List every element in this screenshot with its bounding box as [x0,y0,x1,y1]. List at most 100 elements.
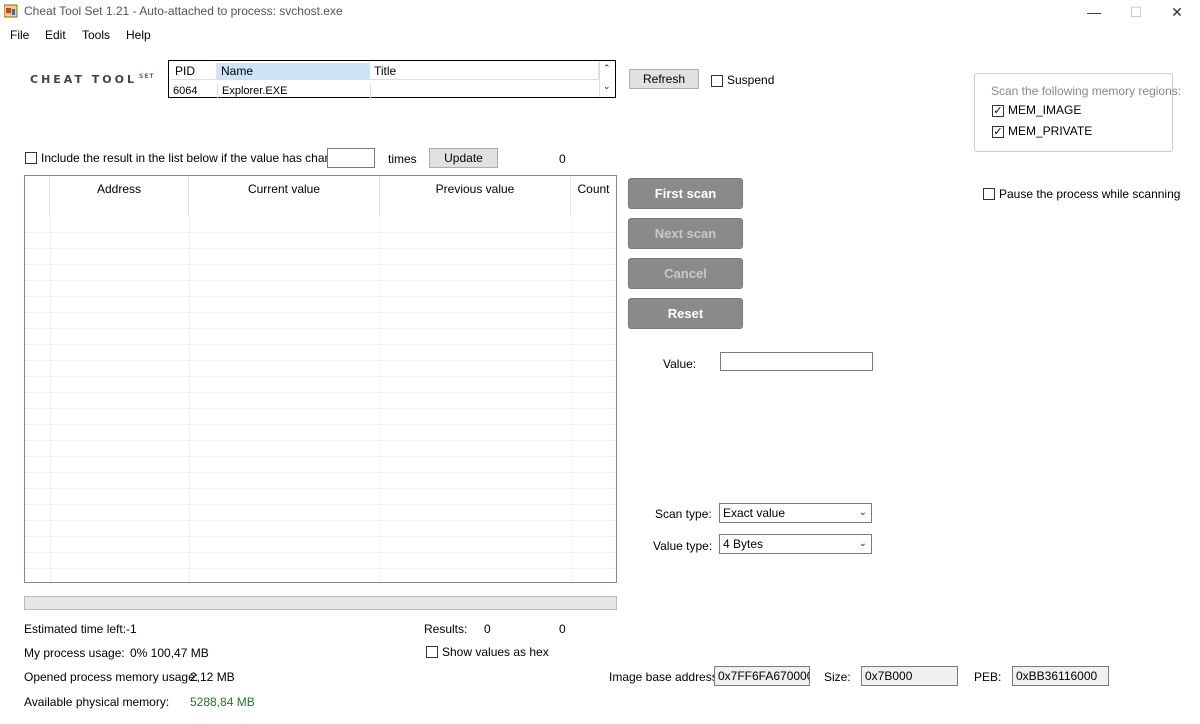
grid-row-line [25,488,616,489]
grid-column-line [571,216,572,582]
mem-image-checkbox[interactable]: ✓ [992,105,1004,117]
title-bar: Cheat Tool Set 1.21 - Auto-attached to p… [0,0,1200,24]
peb-label: PEB: [974,670,1002,684]
grid-row-line [25,504,616,505]
grid-row-line [25,232,616,233]
process-list[interactable]: PID Name Title 6064 Explorer.EXE ⌃ ⌄ [168,60,616,99]
my-process-value: 0% 100,47 MB [130,646,209,660]
pause-process-checkbox[interactable] [983,188,995,200]
row-header-column [25,176,50,216]
include-changed-checkbox[interactable] [25,152,37,164]
include-changed-label: Include the result in the list below if … [41,151,355,165]
column-header-address[interactable]: Address [50,176,189,216]
grid-column-line [50,216,51,582]
image-base-field[interactable]: 0x7FF6FA670000 [714,666,810,686]
scan-progress-bar [24,596,617,610]
column-header-title[interactable]: Title [370,63,599,80]
grid-row-line [25,248,616,249]
value-input[interactable] [720,352,873,371]
results-grid[interactable]: Address Current value Previous value Cou… [24,175,617,583]
opened-process-value: 2,12 MB [190,670,235,684]
results-value-secondary: 0 [559,622,566,636]
column-header-pid[interactable]: PID [171,63,217,80]
grid-row-line [25,408,616,409]
grid-row-line [25,312,616,313]
mem-private-checkbox[interactable]: ✓ [992,126,1004,138]
update-button[interactable]: Update [429,148,498,168]
column-header-count[interactable]: Count [571,176,616,216]
app-icon [4,4,18,18]
check-icon: ✓ [993,105,1003,117]
results-label: Results: [424,622,468,636]
value-label: Value: [663,357,697,371]
first-scan-button[interactable]: First scan [628,178,743,209]
suspend-checkbox[interactable] [711,75,723,87]
reset-button[interactable]: Reset [628,298,743,329]
value-type-select[interactable]: 4 Bytes ⌄ [719,534,872,554]
chevron-down-icon[interactable]: ⌄ [859,504,867,522]
cancel-button[interactable]: Cancel [628,258,743,289]
menu-tools[interactable]: Tools [80,28,112,42]
grid-row-line [25,568,616,569]
column-header-current-value[interactable]: Current value [189,176,380,216]
scan-type-label: Scan type: [655,507,712,521]
close-button[interactable]: ✕ [1154,0,1200,24]
peb-field[interactable]: 0xBB36116000 [1012,666,1109,686]
process-name-cell[interactable]: Explorer.EXE [217,83,370,99]
scroll-down-icon[interactable]: ⌄ [603,81,611,92]
grid-row-line [25,328,616,329]
chevron-down-icon[interactable]: ⌄ [859,535,867,553]
grid-row-line [25,360,616,361]
process-list-scrollbar[interactable]: ⌃ ⌄ [599,61,615,97]
menu-file[interactable]: File [8,28,31,42]
show-hex-label: Show values as hex [442,645,549,659]
refresh-button[interactable]: Refresh [629,69,699,89]
memory-regions-title: Scan the following memory regions: [991,84,1182,98]
grid-row-line [25,472,616,473]
grid-row-line [25,536,616,537]
grid-column-line [189,216,190,582]
grid-row-line [25,376,616,377]
minimize-button[interactable]: — [1071,0,1117,24]
scan-type-select[interactable]: Exact value ⌄ [719,503,872,523]
image-base-label: Image base address: [609,670,722,684]
value-type-value: 4 Bytes [723,537,764,551]
next-scan-button[interactable]: Next scan [628,218,743,249]
grid-row-line [25,392,616,393]
grid-row-line [25,264,616,265]
my-process-label: My process usage: [24,646,125,660]
grid-column-line [380,216,381,582]
pause-process-label: Pause the process while scanning [999,187,1181,201]
grid-row-line [25,296,616,297]
process-title-cell[interactable] [370,83,599,99]
logo-sub-text: SET [139,73,155,80]
estimated-time-value: -1 [126,622,137,636]
column-header-name[interactable]: Name [217,63,370,80]
physical-memory-label: Available physical memory: [24,695,170,709]
column-header-previous-value[interactable]: Previous value [380,176,571,216]
grid-row-line [25,424,616,425]
logo-main-text: CHEAT TOOL [30,73,137,86]
grid-row-line [25,440,616,441]
scan-type-value: Exact value [723,506,786,520]
opened-process-label: Opened process memory usage: [24,670,199,684]
physical-memory-value: 5288,84 MB [190,695,255,709]
size-field[interactable]: 0x7B000 [861,666,958,686]
value-type-label: Value type: [653,539,713,553]
show-hex-checkbox[interactable] [426,646,438,658]
app-logo: CHEAT TOOL SET [30,73,155,86]
grid-row-line [25,280,616,281]
maximize-button[interactable]: ☐ [1113,0,1159,24]
scroll-up-icon[interactable]: ⌃ [603,63,611,74]
memory-regions-group: Scan the following memory regions: ✓ MEM… [974,73,1181,152]
process-pid-cell[interactable]: 6064 [169,83,217,99]
menu-help[interactable]: Help [124,28,153,42]
grid-row-line [25,552,616,553]
times-input[interactable] [327,148,375,168]
mem-private-label: MEM_PRIVATE [1008,124,1093,138]
menu-edit[interactable]: Edit [43,28,68,42]
grid-row-line [25,520,616,521]
window-title: Cheat Tool Set 1.21 - Auto-attached to p… [24,4,343,18]
size-label: Size: [824,670,851,684]
suspend-label: Suspend [727,73,775,87]
